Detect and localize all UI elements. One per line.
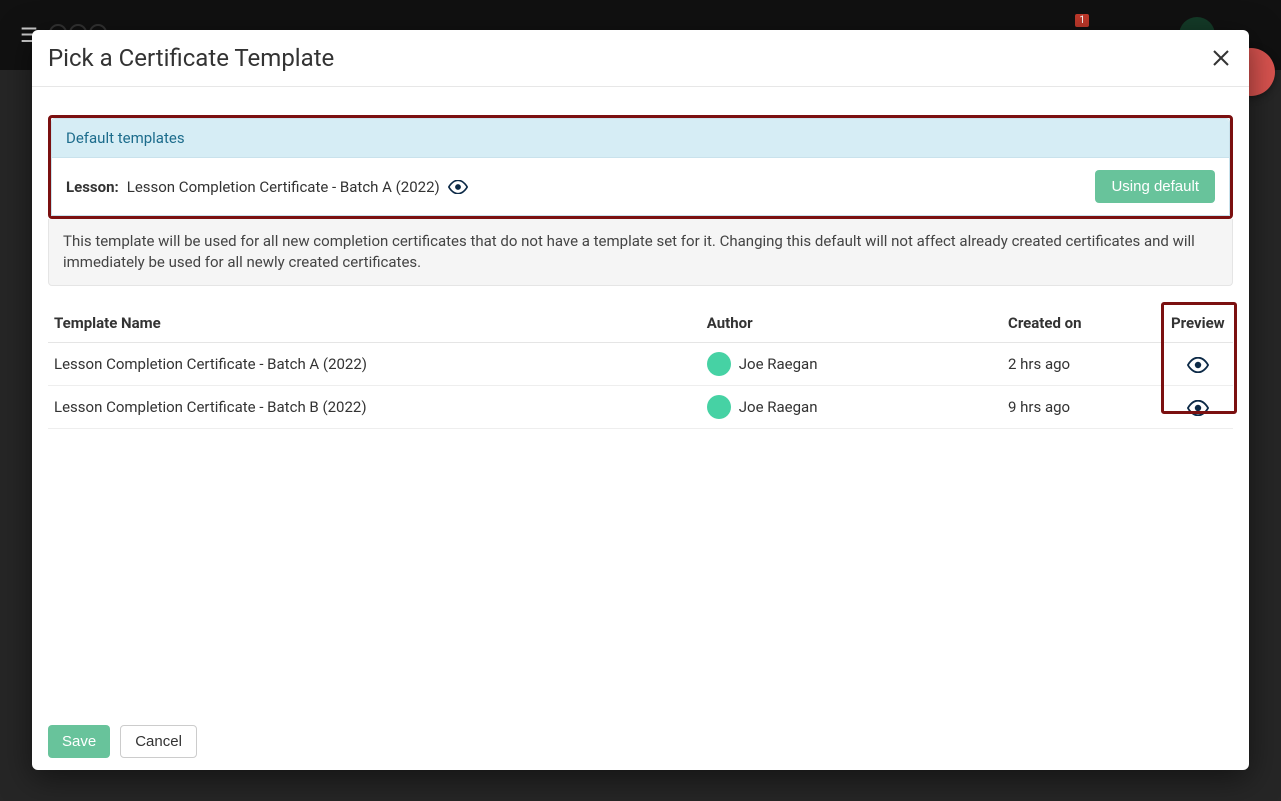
cell-template-name: Lesson Completion Certificate - Batch B …: [48, 386, 701, 429]
table-row[interactable]: Lesson Completion Certificate - Batch B …: [48, 386, 1233, 429]
modal-header: Pick a Certificate Template: [32, 30, 1249, 87]
modal-title: Pick a Certificate Template: [48, 44, 334, 72]
column-created-on: Created on: [1002, 304, 1163, 343]
modal-footer: Save Cancel: [32, 713, 1249, 770]
cell-preview: [1163, 386, 1233, 429]
eye-icon[interactable]: [1187, 357, 1209, 373]
default-templates-header: Default templates: [52, 119, 1229, 158]
eye-icon[interactable]: [1187, 400, 1209, 416]
cell-preview: [1163, 343, 1233, 386]
notification-badge: 1: [1075, 14, 1089, 27]
templates-table: Template Name Author Created on Preview …: [48, 304, 1233, 429]
column-template-name: Template Name: [48, 304, 701, 343]
default-lesson-row: Lesson: Lesson Completion Certificate - …: [52, 158, 1229, 215]
certificate-template-modal: Pick a Certificate Template Default temp…: [32, 30, 1249, 770]
save-button[interactable]: Save: [48, 725, 110, 758]
using-default-button[interactable]: Using default: [1095, 170, 1215, 203]
default-templates-card: Default templates Lesson: Lesson Complet…: [48, 115, 1233, 219]
close-icon[interactable]: [1209, 46, 1233, 70]
lesson-label: Lesson:: [66, 178, 119, 196]
eye-icon[interactable]: [448, 180, 468, 194]
cell-author: Joe Raegan: [701, 343, 1002, 386]
lesson-value: Lesson Completion Certificate - Batch A …: [127, 178, 440, 196]
author-avatar: [707, 352, 731, 376]
cell-template-name: Lesson Completion Certificate - Batch A …: [48, 343, 701, 386]
cell-created: 2 hrs ago: [1002, 343, 1163, 386]
cancel-button[interactable]: Cancel: [120, 725, 197, 758]
cell-created: 9 hrs ago: [1002, 386, 1163, 429]
author-name: Joe Raegan: [739, 355, 818, 373]
column-preview: Preview: [1163, 304, 1233, 343]
column-author: Author: [701, 304, 1002, 343]
author-name: Joe Raegan: [739, 398, 818, 416]
author-avatar: [707, 395, 731, 419]
info-text: This template will be used for all new c…: [48, 219, 1233, 286]
modal-body: Default templates Lesson: Lesson Complet…: [32, 87, 1249, 713]
cell-author: Joe Raegan: [701, 386, 1002, 429]
table-row[interactable]: Lesson Completion Certificate - Batch A …: [48, 343, 1233, 386]
